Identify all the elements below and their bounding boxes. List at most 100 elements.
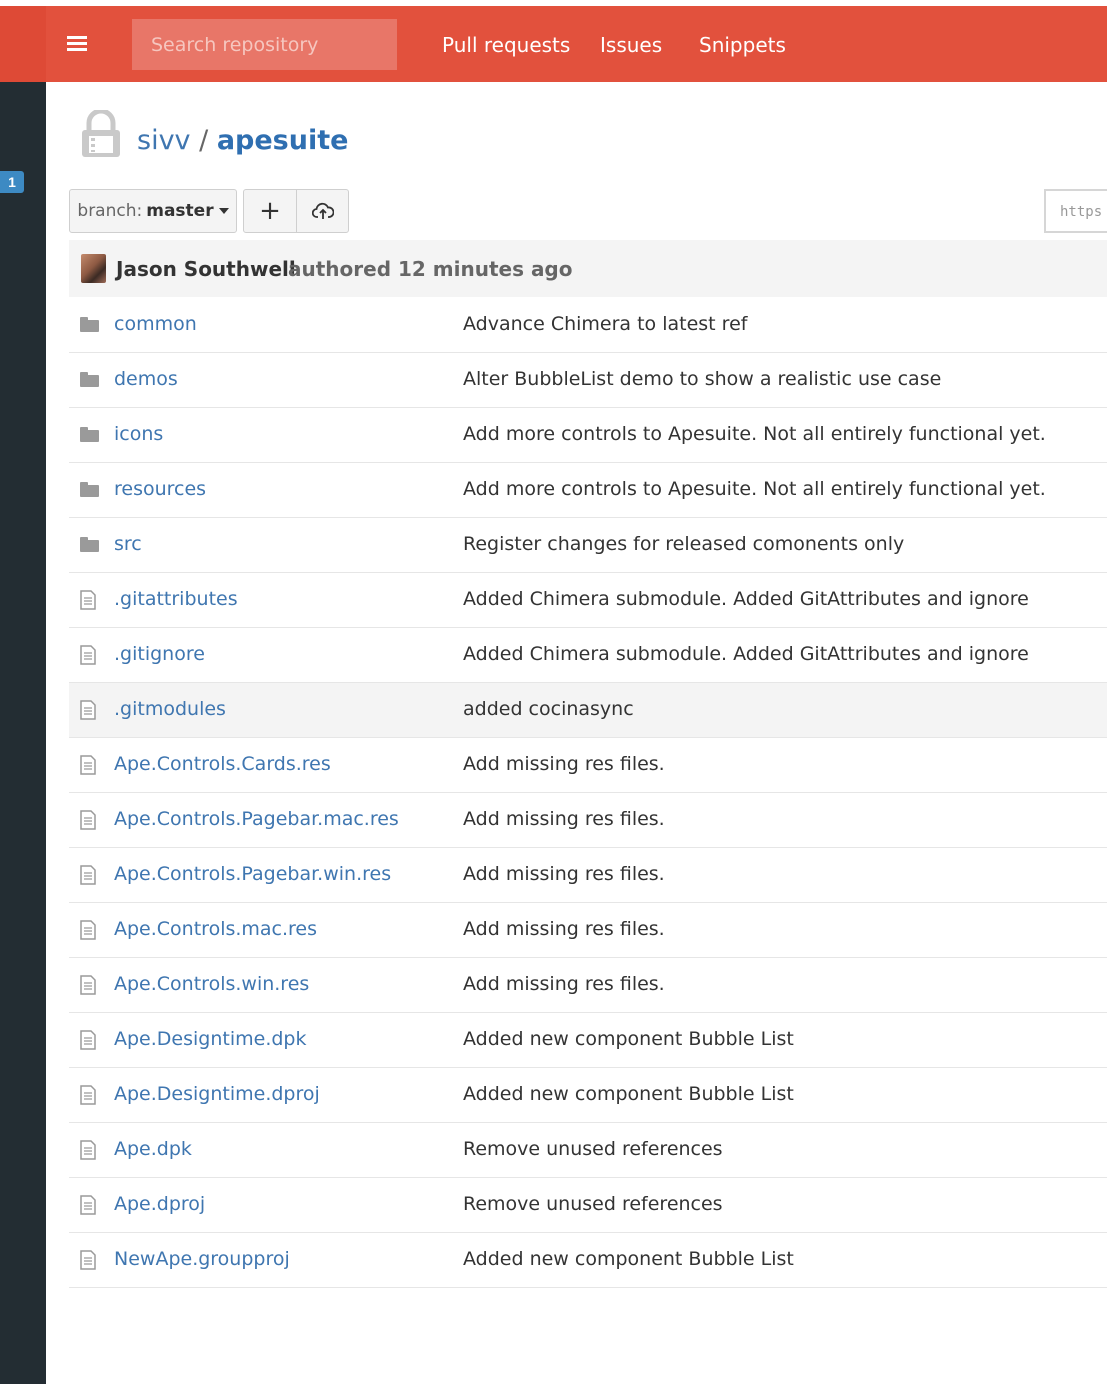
search-input[interactable] [132, 19, 397, 70]
file-name-link[interactable]: NewApe.groupproj [114, 1248, 290, 1270]
table-row[interactable]: Ape.Controls.win.res Add missing res file… [69, 958, 1107, 1013]
table-row[interactable]: demos Alter BubbleList demo to show a rea… [69, 353, 1107, 408]
repo-owner-link[interactable]: sivv [137, 125, 191, 156]
table-row[interactable]: .gitmodules added cocinasync [69, 683, 1107, 738]
file-name-link[interactable]: Ape.Controls.win.res [114, 973, 309, 995]
file-name-link[interactable]: Ape.dproj [114, 1193, 205, 1215]
file-icon [80, 1140, 100, 1160]
file-name-link[interactable]: Ape.Controls.mac.res [114, 918, 317, 940]
table-row[interactable]: Ape.dpk Remove unused references [69, 1123, 1107, 1178]
nav-issues[interactable]: Issues [600, 33, 662, 57]
table-row[interactable]: Ape.Controls.mac.res Add missing res file… [69, 903, 1107, 958]
file-name-link[interactable]: Ape.Designtime.dproj [114, 1083, 320, 1105]
table-row[interactable]: NewApe.groupproj Added new component Bubb… [69, 1233, 1107, 1288]
file-name-link[interactable]: common [114, 313, 197, 335]
table-row[interactable]: Ape.Controls.Pagebar.mac.res Add missing … [69, 793, 1107, 848]
folder-icon [80, 425, 100, 445]
avatar [81, 254, 106, 283]
file-icon [80, 590, 100, 610]
sidebar-badge[interactable]: 1 [0, 171, 24, 193]
commit-message[interactable]: Add missing res files. [463, 753, 665, 775]
commit-message[interactable]: Added Chimera submodule. Added GitAttrib… [463, 643, 1029, 665]
branch-label: branch: [77, 201, 143, 221]
file-icon [80, 645, 100, 665]
repo-title: sivv / apesuite [137, 125, 348, 156]
file-icon [80, 1195, 100, 1215]
commit-author[interactable]: Jason Southwell [116, 257, 296, 281]
upload-button[interactable] [296, 189, 349, 233]
file-name-link[interactable]: resources [114, 478, 206, 500]
folder-icon [80, 535, 100, 555]
file-name-link[interactable]: Ape.Controls.Cards.res [114, 753, 331, 775]
nav-snippets[interactable]: Snippets [699, 33, 786, 57]
commit-message[interactable]: Added new component Bubble List [463, 1083, 794, 1105]
commit-message[interactable]: Add missing res files. [463, 973, 665, 995]
commit-time: authored 12 minutes ago [288, 257, 573, 281]
add-file-button[interactable]: + [243, 189, 297, 233]
top-nav-bar: Pull requests Issues Snippets [0, 6, 1107, 82]
last-commit-bar: Jason Southwell authored 12 minutes ago [69, 240, 1107, 297]
file-icon [80, 1250, 100, 1270]
file-name-link[interactable]: Ape.dpk [114, 1138, 192, 1160]
file-icon [80, 1085, 100, 1105]
folder-icon [80, 370, 100, 390]
commit-message[interactable]: Added new component Bubble List [463, 1248, 794, 1270]
file-name-link[interactable]: Ape.Controls.Pagebar.mac.res [114, 808, 399, 830]
branch-selector[interactable]: branch: master [69, 189, 237, 233]
repo-separator: / [199, 125, 209, 156]
table-row[interactable]: common Advance Chimera to latest ref [69, 298, 1107, 353]
header-corner [0, 6, 46, 82]
table-row[interactable]: Ape.dproj Remove unused references [69, 1178, 1107, 1233]
commit-message[interactable]: added cocinasync [463, 698, 634, 720]
clone-url-field[interactable]: https [1044, 189, 1107, 233]
sidebar: 1 [0, 82, 46, 1384]
table-row[interactable]: Ape.Controls.Pagebar.win.res Add missing … [69, 848, 1107, 903]
file-icon [80, 700, 100, 720]
lock-icon [82, 110, 120, 157]
commit-message[interactable]: Register changes for released comonents … [463, 533, 904, 555]
file-icon [80, 975, 100, 995]
commit-message[interactable]: Add missing res files. [463, 863, 665, 885]
file-name-link[interactable]: Ape.Controls.Pagebar.win.res [114, 863, 391, 885]
commit-message[interactable]: Added new component Bubble List [463, 1028, 794, 1050]
file-name-link[interactable]: .gitattributes [114, 588, 238, 610]
hamburger-menu-icon[interactable] [67, 36, 87, 52]
file-name-link[interactable]: .gitignore [114, 643, 205, 665]
file-name-link[interactable]: icons [114, 423, 163, 445]
file-name-link[interactable]: demos [114, 368, 178, 390]
table-row[interactable]: src Register changes for released comonen… [69, 518, 1107, 573]
plus-icon: + [259, 196, 281, 226]
table-row[interactable]: Ape.Designtime.dpk Added new component Bu… [69, 1013, 1107, 1068]
commit-message[interactable]: Remove unused references [463, 1138, 723, 1160]
commit-message[interactable]: Add missing res files. [463, 808, 665, 830]
file-icon [80, 755, 100, 775]
file-name-link[interactable]: .gitmodules [114, 698, 226, 720]
caret-down-icon [218, 208, 229, 214]
commit-message[interactable]: Added Chimera submodule. Added GitAttrib… [463, 588, 1029, 610]
table-row[interactable]: resources Add more controls to Apesuite. … [69, 463, 1107, 518]
folder-icon [80, 315, 100, 335]
repo-name-link[interactable]: apesuite [217, 125, 349, 156]
folder-icon [80, 480, 100, 500]
file-icon [80, 1030, 100, 1050]
cloud-upload-icon [311, 202, 334, 219]
file-icon [80, 920, 100, 940]
commit-message[interactable]: Add missing res files. [463, 918, 665, 940]
commit-message[interactable]: Add more controls to Apesuite. Not all e… [463, 478, 1046, 500]
commit-message[interactable]: Advance Chimera to latest ref [463, 313, 747, 335]
commit-message[interactable]: Alter BubbleList demo to show a realisti… [463, 368, 941, 390]
table-row[interactable]: Ape.Designtime.dproj Added new component … [69, 1068, 1107, 1123]
table-row[interactable]: .gitattributes Added Chimera submodule. A… [69, 573, 1107, 628]
table-row[interactable]: Ape.Controls.Cards.res Add missing res fi… [69, 738, 1107, 793]
table-row[interactable]: .gitignore Added Chimera submodule. Added… [69, 628, 1107, 683]
file-name-link[interactable]: src [114, 533, 142, 555]
file-icon [80, 865, 100, 885]
nav-pull-requests[interactable]: Pull requests [442, 33, 570, 57]
file-list: common Advance Chimera to latest ref demos… [69, 298, 1107, 1288]
commit-message[interactable]: Remove unused references [463, 1193, 723, 1215]
file-icon [80, 810, 100, 830]
commit-message[interactable]: Add more controls to Apesuite. Not all e… [463, 423, 1046, 445]
table-row[interactable]: icons Add more controls to Apesuite. Not … [69, 408, 1107, 463]
file-name-link[interactable]: Ape.Designtime.dpk [114, 1028, 306, 1050]
branch-value: master [146, 201, 214, 221]
